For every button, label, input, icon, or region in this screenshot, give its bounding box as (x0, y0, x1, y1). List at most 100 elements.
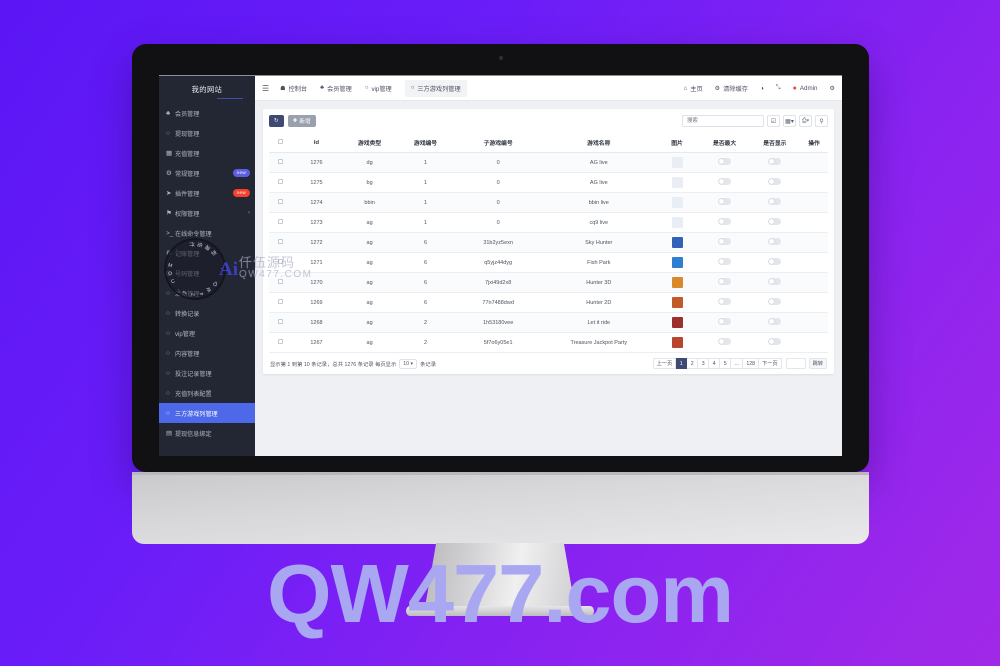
sidebar-item-15[interactable]: ○ 三方游戏列管理 (159, 403, 255, 423)
table-row[interactable]: 1272 ag 6 31b2yz5exn Sky Hunter (269, 232, 828, 253)
cell-actions[interactable] (800, 232, 828, 253)
cell-actions[interactable] (800, 312, 828, 333)
pagination-page-5[interactable]: … (731, 358, 744, 369)
table-row[interactable]: 1273 ag 1 0 cq9 live (269, 212, 828, 233)
sidebar-item-4[interactable]: ➤ 插件管理 new (159, 183, 255, 203)
sidebar-item-8[interactable]: ◎ 号码管理 (159, 263, 255, 283)
cell-actions[interactable] (800, 252, 828, 273)
game-thumbnail[interactable] (671, 197, 683, 208)
row-checkbox[interactable] (277, 279, 283, 284)
sidebar-item-1[interactable]: ○ 提现管理 (159, 123, 255, 143)
top-nav-tab-1[interactable]: ♣ 会员管理 (320, 84, 352, 93)
print-icon[interactable]: ⎙▾ (799, 115, 812, 127)
row-checkbox[interactable] (277, 319, 283, 324)
pagination-page-0[interactable]: 1 (676, 358, 688, 369)
table-row[interactable]: 1270 ag 6 7jxi49d2x8 Hunter 3D (269, 272, 828, 293)
sidebar-item-3[interactable]: ⚙ 常规管理 new (159, 163, 255, 183)
top-nav-tab-2[interactable]: ○ vip管理 (365, 84, 392, 93)
pagination-page-4[interactable]: 5 (720, 358, 732, 369)
is-show-toggle[interactable] (768, 258, 782, 265)
sidebar-item-11[interactable]: ○ vip管理 (159, 323, 255, 343)
pagination-page-3[interactable]: 4 (709, 358, 721, 369)
top-action-2[interactable]: ◑ (760, 85, 764, 92)
cell-actions[interactable] (800, 292, 828, 313)
cell-actions[interactable] (800, 152, 828, 173)
is-show-toggle[interactable] (768, 298, 782, 305)
is-max-toggle[interactable] (718, 178, 732, 185)
is-max-toggle[interactable] (718, 198, 732, 205)
table-row[interactable]: 1276 dg 1 0 AG live (269, 152, 828, 173)
pagination-page-2[interactable]: 3 (698, 358, 710, 369)
table-row[interactable]: 1268 ag 2 1h53180vee Let it ride (269, 312, 828, 333)
sidebar-item-9[interactable]: ○ 活动管理 (159, 283, 255, 303)
cell-actions[interactable] (800, 192, 828, 213)
add-button[interactable]: ✚ 新增 (287, 115, 316, 127)
row-checkbox[interactable] (277, 239, 283, 244)
sidebar-item-16[interactable]: ▤ 提现信息绑定 (159, 423, 255, 443)
pagination-prev[interactable]: 上一页 (652, 358, 677, 369)
row-checkbox[interactable] (277, 259, 283, 264)
game-thumbnail[interactable] (671, 297, 683, 308)
pagination-page-6[interactable]: 128 (743, 358, 760, 369)
is-max-toggle[interactable] (718, 278, 732, 285)
row-checkbox[interactable] (277, 339, 283, 344)
page-size-select[interactable]: 10 ▾ (399, 358, 418, 369)
table-row[interactable]: 1274 bbin 1 0 bbin live (269, 192, 828, 213)
sidebar-item-12[interactable]: ○ 内容管理 (159, 343, 255, 363)
game-thumbnail[interactable] (671, 157, 683, 168)
is-max-toggle[interactable] (718, 318, 732, 325)
sidebar-item-5[interactable]: ⚑ 权限管理 ‹ (159, 203, 255, 223)
hamburger-icon[interactable]: ☰ (262, 84, 269, 93)
row-checkbox[interactable] (277, 159, 283, 164)
game-thumbnail[interactable] (671, 177, 683, 188)
sidebar-item-13[interactable]: ○ 投注记录管理 (159, 363, 255, 383)
cell-actions[interactable] (800, 332, 828, 353)
row-checkbox[interactable] (277, 179, 283, 184)
table-row[interactable]: 1275 bg 1 0 AG live (269, 172, 828, 193)
table-row[interactable]: 1267 ag 2 5f7o6y05e1 Treasure Jackpot Party (269, 332, 828, 353)
top-action-5[interactable]: ⚙ (829, 85, 835, 92)
is-show-toggle[interactable] (768, 158, 782, 165)
is-show-toggle[interactable] (768, 238, 782, 245)
cell-actions[interactable] (800, 172, 828, 193)
is-max-toggle[interactable] (718, 218, 732, 225)
is-show-toggle[interactable] (768, 318, 782, 325)
game-thumbnail[interactable] (671, 257, 683, 268)
sidebar-item-2[interactable]: ▦ 充值管理 (159, 143, 255, 163)
is-max-toggle[interactable] (718, 298, 732, 305)
columns-icon[interactable]: ▦▾ (783, 115, 796, 127)
game-thumbnail[interactable] (671, 317, 683, 328)
pagination-page-1[interactable]: 2 (687, 358, 699, 369)
is-show-toggle[interactable] (768, 198, 782, 205)
refresh-button[interactable]: ↻ (269, 115, 284, 127)
sidebar-item-6[interactable]: >_ 在线命令管理 (159, 223, 255, 243)
cell-actions[interactable] (800, 212, 828, 233)
is-max-toggle[interactable] (718, 258, 732, 265)
table-row[interactable]: 1271 ag 6 q5yjz44dyg Fish Park (269, 252, 828, 273)
sidebar-item-0[interactable]: ♣ 会员管理 (159, 103, 255, 123)
is-max-toggle[interactable] (718, 158, 732, 165)
game-thumbnail[interactable] (671, 337, 683, 348)
sidebar-item-14[interactable]: ○ 充值列表配置 (159, 383, 255, 403)
top-action-4[interactable]: ● Admin (793, 85, 818, 92)
top-nav-tab-3[interactable]: ○ 三方游戏列管理 (404, 79, 467, 97)
select-all-checkbox[interactable] (277, 139, 283, 144)
game-thumbnail[interactable] (671, 237, 683, 248)
sidebar-item-10[interactable]: ○ 转换记录 (159, 303, 255, 323)
top-nav-tab-0[interactable]: ☗ 控制台 (280, 84, 307, 93)
export-icon[interactable]: ☑ (767, 115, 780, 127)
is-max-toggle[interactable] (718, 338, 732, 345)
row-checkbox[interactable] (277, 199, 283, 204)
search-icon[interactable]: ⚲ (815, 115, 828, 127)
sidebar-item-7[interactable]: ⚙ 记账管理 (159, 243, 255, 263)
cell-actions[interactable] (800, 272, 828, 293)
is-show-toggle[interactable] (768, 218, 782, 225)
game-thumbnail[interactable] (671, 217, 683, 228)
is-max-toggle[interactable] (718, 238, 732, 245)
search-input[interactable] (682, 115, 764, 127)
table-row[interactable]: 1269 ag 6 77n7488dwd Hunter 2D (269, 292, 828, 313)
is-show-toggle[interactable] (768, 178, 782, 185)
row-checkbox[interactable] (277, 299, 283, 304)
game-thumbnail[interactable] (671, 277, 683, 288)
pagination-next[interactable]: 下一页 (759, 358, 782, 369)
